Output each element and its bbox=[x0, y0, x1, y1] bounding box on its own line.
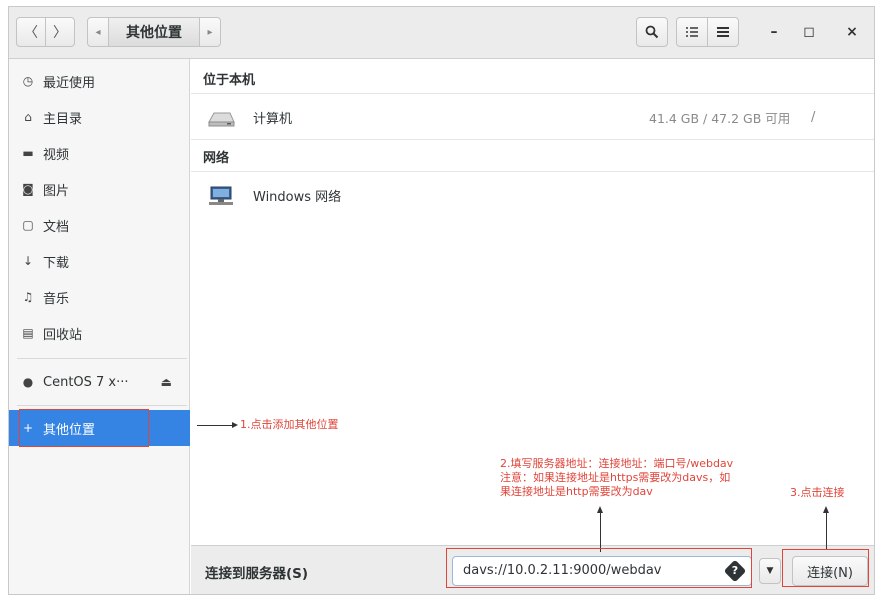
drive-icon bbox=[208, 112, 235, 127]
annotation-arrow-line bbox=[600, 512, 601, 552]
document-icon: ▢ bbox=[22, 218, 34, 232]
forward-button[interactable]: 〉 bbox=[45, 17, 75, 47]
back-button[interactable]: 〈 bbox=[16, 17, 46, 47]
search-button[interactable] bbox=[636, 17, 668, 47]
sidebar-item-pictures[interactable]: ◙ 图片 bbox=[9, 171, 190, 207]
maximize-icon: ◻ bbox=[803, 24, 815, 40]
annotation-step-2-line-3: 果连接地址是http需要改为dav bbox=[500, 485, 653, 498]
path-current-label: 其他位置 bbox=[126, 25, 182, 41]
clock-icon: ◷ bbox=[22, 74, 34, 88]
sidebar-item-label: 图片 bbox=[43, 183, 70, 199]
annotation-arrow-line bbox=[197, 425, 233, 426]
close-icon: × bbox=[846, 24, 858, 40]
annotation-arrow-head bbox=[232, 422, 238, 428]
list-item-windows-network[interactable]: Windows 网络 bbox=[191, 173, 874, 217]
path-current-button[interactable]: 其他位置 bbox=[108, 17, 200, 47]
maximize-button[interactable]: ◻ bbox=[796, 19, 822, 45]
video-icon: ▬ bbox=[22, 146, 34, 160]
header-bar: 〈 〉 ◂ 其他位置 ▸ – ◻ × bbox=[9, 7, 874, 59]
annotation-step-2-line-1: 2.填写服务器地址：连接地址：端口号/webdav bbox=[500, 457, 734, 470]
sidebar: ◷ 最近使用 ⌂ 主目录 ▬ 视频 ◙ 图片 ▢ 文档 ↓ 下载 ♫ 音乐 ▤ 回收站 ● Cen… bbox=[9, 59, 190, 594]
mount-point: / bbox=[811, 109, 816, 125]
path-scroll-left-button[interactable]: ◂ bbox=[87, 17, 109, 47]
server-history-dropdown[interactable]: ▼ bbox=[759, 558, 781, 584]
minimize-button[interactable]: – bbox=[761, 19, 787, 45]
annotation-step-3: 3.点击连接 bbox=[790, 486, 845, 499]
section-title-network: 网络 bbox=[203, 151, 230, 166]
sidebar-item-downloads[interactable]: ↓ 下载 bbox=[9, 243, 190, 279]
sidebar-item-music[interactable]: ♫ 音乐 bbox=[9, 279, 190, 315]
sidebar-item-label: 音乐 bbox=[43, 291, 70, 307]
sidebar-item-label: 文档 bbox=[43, 219, 70, 235]
location-label: Windows 网络 bbox=[253, 189, 342, 205]
chevron-left-icon: 〈 bbox=[24, 25, 38, 41]
annotation-box-connect bbox=[782, 549, 869, 587]
list-view-icon bbox=[686, 27, 698, 37]
sidebar-item-label: 最近使用 bbox=[43, 75, 96, 91]
eject-icon[interactable]: ⏏ bbox=[161, 375, 172, 389]
sidebar-item-recent[interactable]: ◷ 最近使用 bbox=[9, 63, 190, 99]
home-icon: ⌂ bbox=[24, 110, 32, 124]
sidebar-item-home[interactable]: ⌂ 主目录 bbox=[9, 99, 190, 135]
chevron-right-icon: 〉 bbox=[53, 25, 67, 41]
row-divider bbox=[191, 93, 874, 94]
annotation-step-2-line-2: 注意：如果连接地址是https需要改为davs，如 bbox=[500, 471, 731, 484]
storage-info: 41.4 GB / 47.2 GB 可用 bbox=[649, 110, 791, 126]
minimize-icon: – bbox=[770, 24, 778, 40]
annotation-arrow-line bbox=[826, 512, 827, 549]
music-icon: ♫ bbox=[22, 290, 34, 304]
sidebar-item-device[interactable]: ● CentOS 7 x··· ⏏ bbox=[9, 364, 190, 400]
arrow-left-icon: ◂ bbox=[95, 26, 101, 38]
camera-icon: ◙ bbox=[22, 182, 34, 196]
sidebar-item-label: 下载 bbox=[43, 255, 70, 271]
sidebar-separator bbox=[17, 358, 187, 359]
sidebar-separator bbox=[17, 405, 187, 406]
section-title-local: 位于本机 bbox=[203, 73, 256, 88]
disc-icon: ● bbox=[22, 375, 34, 389]
sidebar-item-label: 视频 bbox=[43, 147, 70, 163]
close-button[interactable]: × bbox=[839, 19, 865, 45]
menu-button[interactable] bbox=[707, 17, 739, 47]
search-icon bbox=[645, 25, 659, 39]
annotation-box-other-locations bbox=[19, 409, 149, 447]
arrow-right-icon: ▸ bbox=[207, 26, 213, 38]
sidebar-item-videos[interactable]: ▬ 视频 bbox=[9, 135, 190, 171]
download-icon: ↓ bbox=[22, 254, 34, 268]
sidebar-item-trash[interactable]: ▤ 回收站 bbox=[9, 315, 190, 351]
sidebar-item-label: 主目录 bbox=[43, 111, 83, 127]
connect-to-server-label: 连接到服务器(S) bbox=[205, 566, 309, 582]
view-toggle-button[interactable] bbox=[676, 17, 708, 47]
path-scroll-right-button[interactable]: ▸ bbox=[199, 17, 221, 47]
trash-icon: ▤ bbox=[22, 326, 34, 340]
annotation-box-server-input bbox=[446, 548, 752, 588]
annotation-step-1: 1.点击添加其他位置 bbox=[240, 418, 339, 431]
row-divider bbox=[191, 171, 874, 172]
sidebar-item-documents[interactable]: ▢ 文档 bbox=[9, 207, 190, 243]
sidebar-item-label: CentOS 7 x··· bbox=[43, 374, 129, 390]
hamburger-menu-icon bbox=[717, 27, 729, 37]
network-icon bbox=[209, 186, 233, 205]
sidebar-item-label: 回收站 bbox=[43, 327, 83, 343]
list-item-computer[interactable]: 计算机 41.4 GB / 47.2 GB 可用 / bbox=[191, 95, 874, 139]
location-label: 计算机 bbox=[253, 111, 293, 127]
row-divider bbox=[191, 139, 874, 140]
chevron-down-icon: ▼ bbox=[766, 566, 774, 576]
file-manager-window: 〈 〉 ◂ 其他位置 ▸ – ◻ × ◷ 最近使用 ⌂ 主目录 ▬ 视频 ◙ 图片 ▢ 文… bbox=[8, 6, 875, 595]
